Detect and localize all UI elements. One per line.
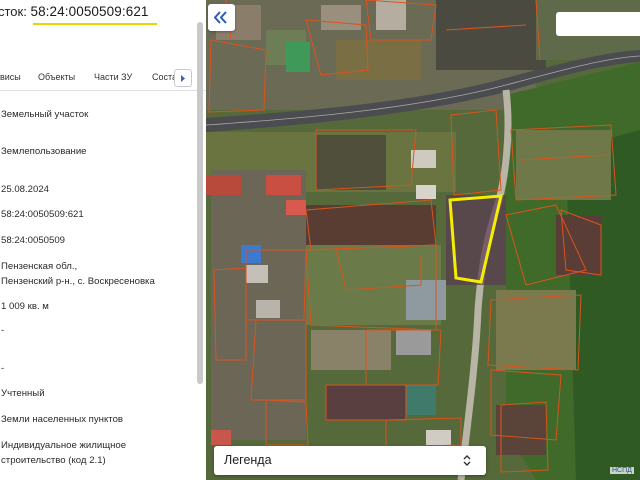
- double-chevron-left-icon: [214, 11, 227, 24]
- map-watermark: НСПД: [610, 467, 634, 474]
- field-cadastral-quarter: 58:24:0050509: [1, 235, 66, 246]
- field-object-kind: Землепользование: [1, 146, 87, 157]
- field-cadastral-number: 58:24:0050509:621: [1, 209, 84, 220]
- panel-scrollbar[interactable]: [197, 22, 203, 384]
- up-down-chevron-icon: [463, 455, 471, 466]
- parcel-cadastral-number[interactable]: 58:24:0050509:621: [30, 4, 148, 19]
- field-object-type: Земельный участок: [1, 109, 89, 120]
- map-search-field[interactable]: [556, 12, 640, 36]
- parcel-title-prefix: сток:: [0, 4, 27, 19]
- field-status: Учтенный: [1, 388, 45, 399]
- field-area: 1 009 кв. м: [1, 301, 49, 312]
- chevron-right-icon: [181, 75, 185, 82]
- parcel-title: сток: 58:24:0050509:621: [0, 4, 149, 19]
- info-tabs: висы Объекты Части ЗУ Соста: [0, 68, 206, 91]
- tab-objects[interactable]: Объекты: [38, 72, 75, 82]
- satellite-map[interactable]: [206, 0, 640, 480]
- map-view[interactable]: Легенда НСПД: [206, 0, 640, 480]
- tab-services[interactable]: висы: [0, 72, 21, 82]
- field-permitted-use: Индивидуальное жилищное строительство (к…: [1, 440, 127, 466]
- field-empty-2: -: [1, 363, 5, 374]
- collapse-panel-button[interactable]: [208, 4, 235, 31]
- field-date: 25.08.2024: [1, 184, 50, 195]
- cadastral-number-underline: [33, 23, 157, 25]
- parcel-info-panel: сток: 58:24:0050509:621 висы Объекты Час…: [0, 0, 206, 480]
- tabs-scroll-right-button[interactable]: [174, 69, 192, 87]
- legend-label: Легенда: [224, 453, 272, 467]
- tab-parts[interactable]: Части ЗУ: [94, 72, 132, 82]
- field-empty-1: -: [1, 325, 5, 336]
- field-address: Пензенская обл., Пензенский р-н., с. Вос…: [1, 261, 155, 287]
- field-land-category: Земли населенных пунктов: [1, 414, 123, 425]
- legend-dropdown[interactable]: Легенда: [214, 446, 486, 475]
